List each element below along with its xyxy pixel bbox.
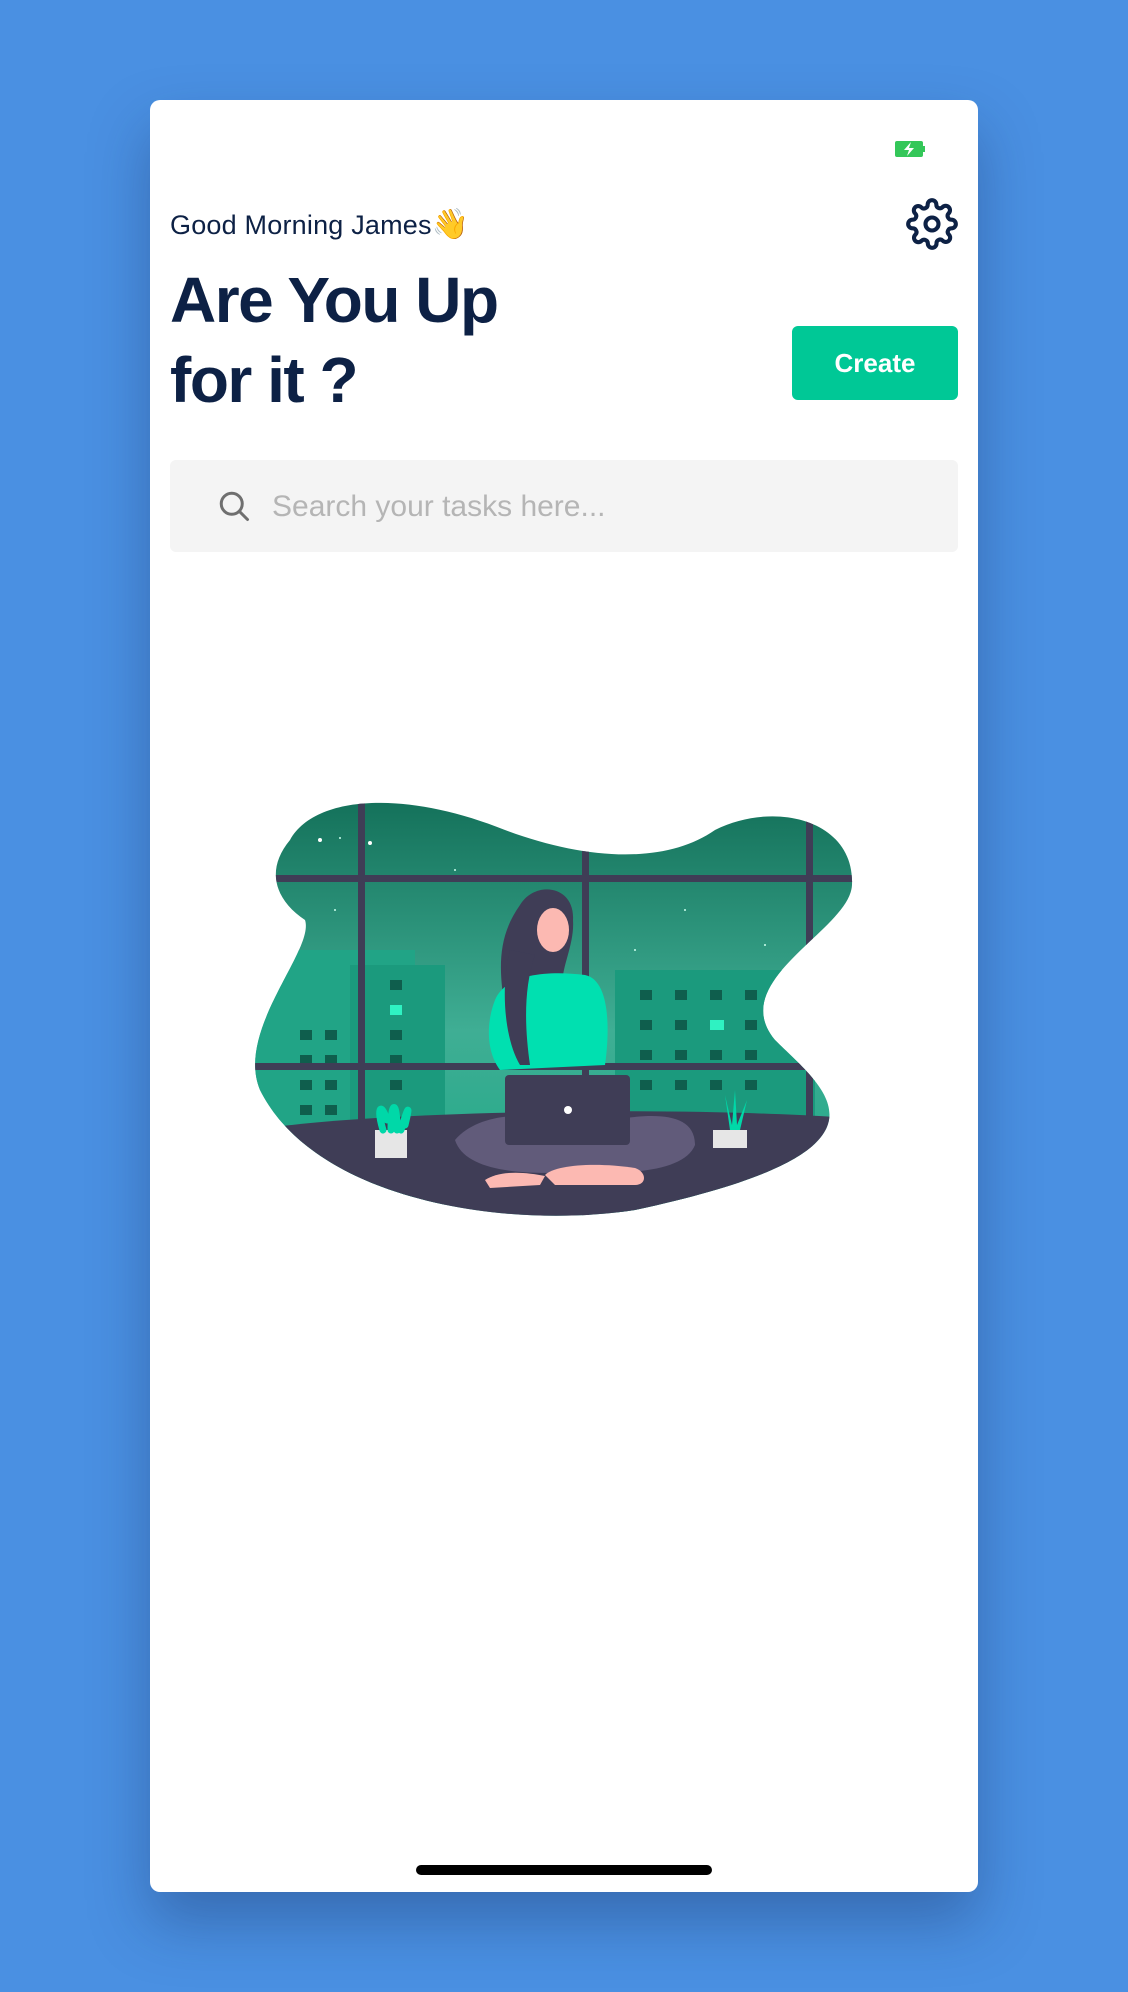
title-line-1: Are You Up xyxy=(170,264,499,336)
page-title: Are You Up for it ? xyxy=(170,260,499,420)
gear-icon[interactable] xyxy=(906,198,958,250)
empty-state-illustration xyxy=(255,802,853,1216)
waving-hand-emoji: 👋 xyxy=(431,208,470,241)
search-icon xyxy=(219,491,249,521)
title-line-2: for it ? xyxy=(170,344,359,416)
greeting-label: Good Morning James xyxy=(170,210,432,240)
search-input[interactable] xyxy=(270,460,934,554)
battery-charging-icon xyxy=(895,141,925,157)
home-indicator[interactable] xyxy=(416,1865,712,1875)
search-bar[interactable] xyxy=(170,460,958,554)
greeting-text: Good Morning James👋 xyxy=(170,207,469,242)
phone-screen: Good Morning James👋 Are You Up for it ? … xyxy=(150,100,978,1892)
create-button[interactable]: Create xyxy=(792,326,958,400)
